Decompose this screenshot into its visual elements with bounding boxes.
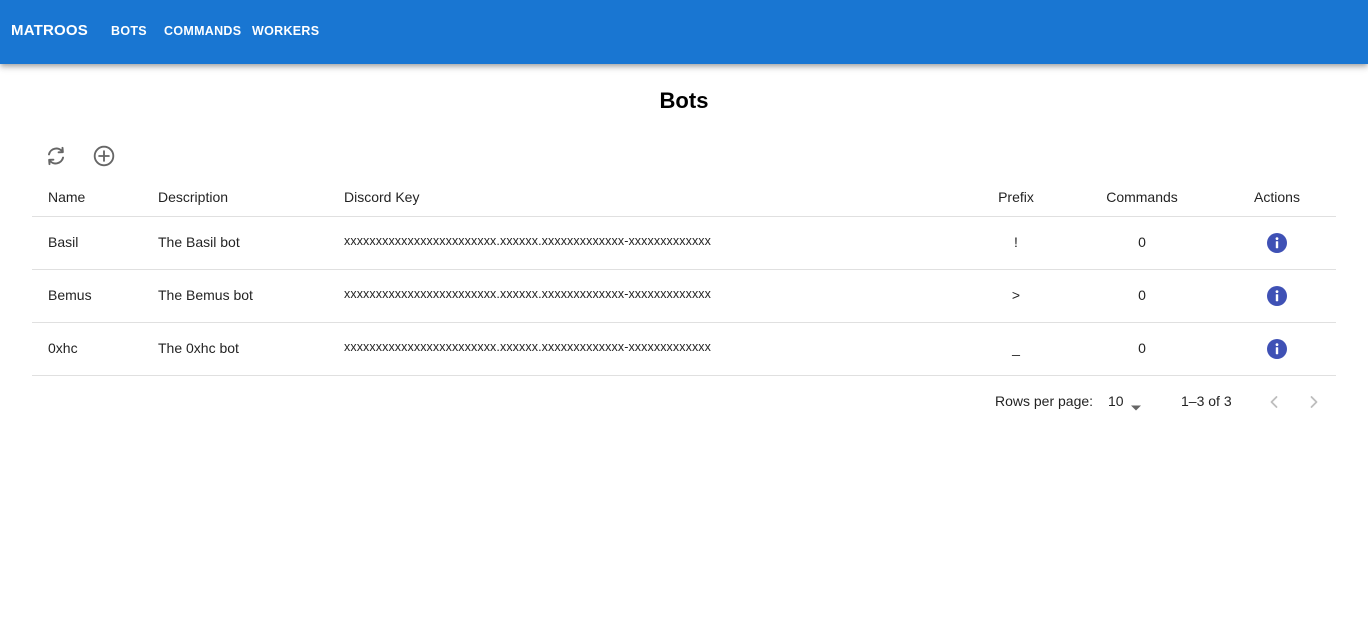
rows-per-page-select[interactable]: 10 (1108, 393, 1124, 409)
chevron-right-icon (1310, 396, 1318, 408)
cell-discord-key: xxxxxxxxxxxxxxxxxxxxxxxx.xxxxxx.xxxxxxxx… (344, 234, 712, 248)
nav-workers[interactable]: WORKERS (252, 24, 319, 38)
nav-commands[interactable]: COMMANDS (164, 24, 241, 38)
table-pagination: Rows per page: 10 1–3 of 3 (0, 393, 1368, 413)
app-bar: MATROOS BOTS COMMANDS WORKERS (0, 0, 1368, 64)
cell-commands: 0 (1138, 234, 1146, 250)
bots-table: Name Description Discord Key Prefix Comm… (32, 178, 1336, 376)
table-header-row: Name Description Discord Key Prefix Comm… (32, 178, 1336, 217)
cell-name: Basil (48, 234, 79, 250)
page-range: 1–3 of 3 (1181, 393, 1232, 409)
cell-description: The 0xhc bot (158, 340, 239, 356)
cell-commands: 0 (1138, 287, 1146, 303)
header-prefix[interactable]: Prefix (982, 189, 1050, 205)
cell-prefix: _ (1012, 340, 1020, 356)
nav-bots[interactable]: BOTS (111, 24, 147, 38)
cell-name: 0xhc (48, 340, 78, 356)
header-name[interactable]: Name (48, 189, 85, 205)
next-page-button[interactable] (1304, 392, 1324, 412)
table-row[interactable]: Bemus The Bemus bot xxxxxxxxxxxxxxxxxxxx… (32, 270, 1336, 323)
header-actions: Actions (1254, 189, 1300, 205)
cell-name: Bemus (48, 287, 92, 303)
refresh-icon[interactable] (43, 143, 69, 169)
add-circle-icon[interactable] (91, 143, 117, 169)
header-discord-key[interactable]: Discord Key (344, 189, 419, 205)
chevron-left-icon (1270, 396, 1278, 408)
cell-description: The Basil bot (158, 234, 240, 250)
rows-per-page-label: Rows per page: (995, 393, 1094, 409)
table-row[interactable]: Basil The Basil bot xxxxxxxxxxxxxxxxxxxx… (32, 217, 1336, 270)
info-icon[interactable] (1267, 339, 1287, 359)
cell-discord-key: xxxxxxxxxxxxxxxxxxxxxxxx.xxxxxx.xxxxxxxx… (344, 340, 712, 354)
cell-prefix: ! (1014, 234, 1018, 250)
cell-description: The Bemus bot (158, 287, 253, 303)
cell-prefix: > (1011, 287, 1021, 303)
header-commands[interactable]: Commands (1092, 189, 1192, 205)
brand-title[interactable]: MATROOS (11, 22, 88, 39)
chevron-down-icon[interactable] (1130, 399, 1142, 411)
cell-discord-key: xxxxxxxxxxxxxxxxxxxxxxxx.xxxxxx.xxxxxxxx… (344, 287, 712, 301)
info-icon[interactable] (1267, 286, 1287, 306)
previous-page-button[interactable] (1264, 392, 1284, 412)
cell-commands: 0 (1138, 340, 1146, 356)
info-icon[interactable] (1267, 233, 1287, 253)
table-row[interactable]: 0xhc The 0xhc bot xxxxxxxxxxxxxxxxxxxxxx… (32, 323, 1336, 376)
header-description[interactable]: Description (158, 189, 228, 205)
page-title: Bots (659, 88, 709, 113)
